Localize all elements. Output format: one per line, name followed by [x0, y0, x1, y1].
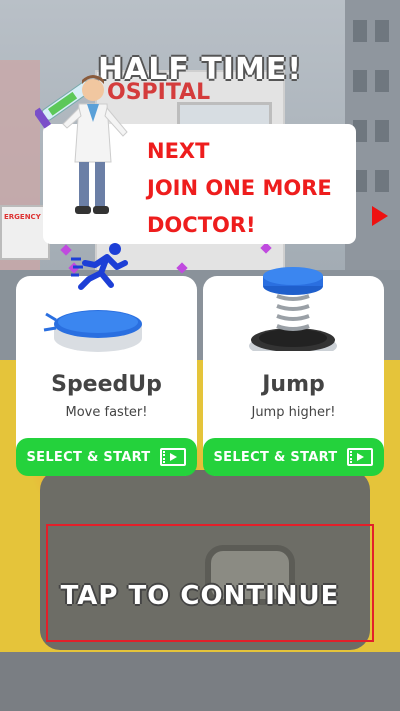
video-ad-icon: [160, 448, 187, 466]
jump-button-label: SELECT & START: [213, 449, 338, 465]
jump-select-start-button[interactable]: SELECT & START: [203, 438, 384, 476]
jump-title: Jump: [262, 372, 325, 397]
running-man-icon: [71, 243, 128, 290]
speedup-card[interactable]: SpeedUp Move faster! SELECT & START: [16, 243, 197, 476]
jump-description: Jump higher!: [251, 405, 336, 420]
next-label: NEXT: [147, 139, 210, 163]
offscreen-arrow-icon: [372, 206, 388, 226]
spring-pad-icon: [249, 267, 337, 351]
speedup-description: Move faster!: [65, 405, 148, 420]
speedup-button-label: SELECT & START: [26, 449, 151, 465]
jump-card[interactable]: Jump Jump higher! SELECT & START: [203, 267, 384, 476]
speedup-title: SpeedUp: [51, 372, 162, 397]
road-bottom: [0, 652, 400, 711]
tap-to-continue-label[interactable]: TAP TO CONTINUE: [0, 581, 400, 611]
video-ad-icon: [347, 448, 374, 466]
next-line-2: JOIN ONE MORE: [147, 176, 332, 200]
next-message: NEXT JOIN ONE MORE DOCTOR!: [147, 133, 332, 244]
speedup-select-start-button[interactable]: SELECT & START: [16, 438, 197, 476]
next-line-3: DOCTOR!: [147, 213, 256, 237]
doctor-character-icon: [35, 75, 128, 214]
